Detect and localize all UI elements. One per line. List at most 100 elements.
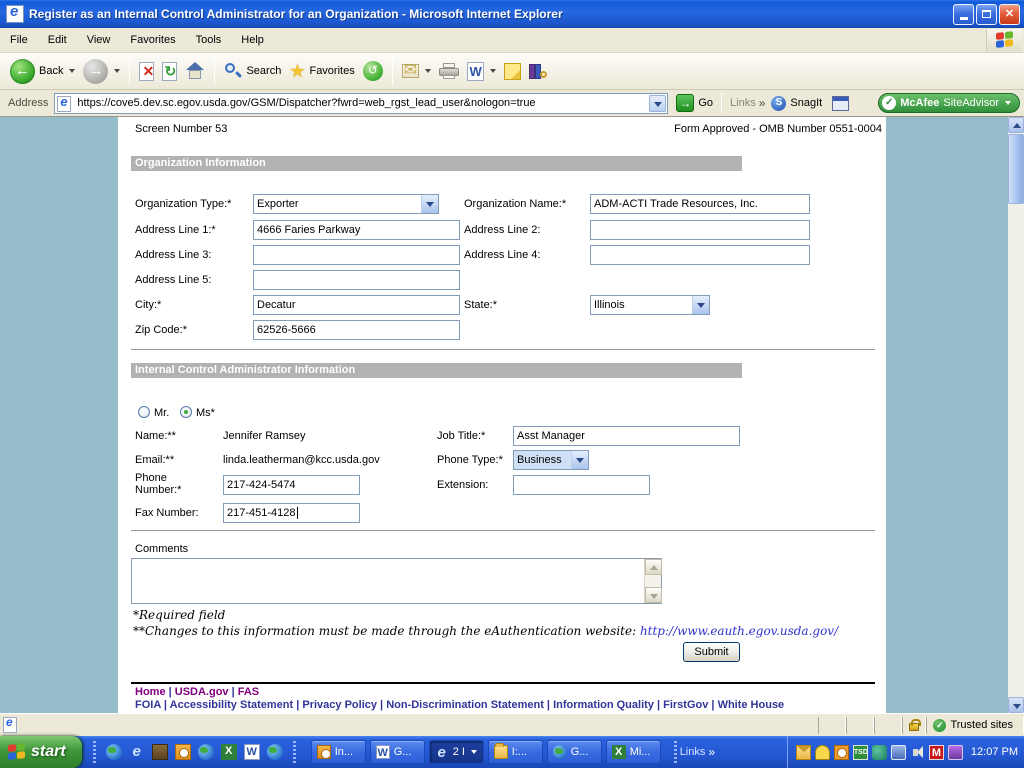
- footer-link-white-house[interactable]: White House: [718, 699, 785, 711]
- zip-input[interactable]: [253, 320, 460, 340]
- menu-view[interactable]: View: [87, 34, 111, 46]
- print-button[interactable]: [435, 61, 463, 81]
- mail-tray-icon[interactable]: [795, 744, 811, 760]
- footer-link-fas[interactable]: FAS: [238, 686, 259, 698]
- clock-tray-icon[interactable]: [833, 744, 849, 760]
- scroll-down-icon[interactable]: [1008, 697, 1024, 713]
- chevron-double-icon[interactable]: »: [759, 96, 766, 110]
- globe-icon[interactable]: [266, 744, 283, 760]
- taskbar-links-toolbar[interactable]: Links »: [671, 741, 721, 763]
- url-dropdown-icon[interactable]: [649, 94, 667, 112]
- footer-link-accessibility-statement[interactable]: Accessibility Statement: [170, 699, 294, 711]
- links-toolbar[interactable]: Links: [730, 97, 756, 109]
- address4-input[interactable]: [590, 245, 810, 265]
- organization-type-select[interactable]: Exporter: [253, 194, 439, 214]
- toolbar-grip[interactable]: [673, 741, 677, 763]
- word-icon[interactable]: W: [243, 744, 260, 760]
- favorites-button[interactable]: ★ Favorites: [285, 59, 358, 84]
- research-button[interactable]: [525, 60, 551, 82]
- footer-link-foia[interactable]: FOIA: [135, 699, 161, 711]
- snagit-editor-icon[interactable]: [832, 95, 850, 111]
- network-tray-icon[interactable]: [947, 744, 963, 760]
- mail-dropdown-icon[interactable]: [425, 69, 432, 73]
- back-button[interactable]: ← Back: [6, 57, 79, 86]
- snagit-button[interactable]: S SnagIt: [771, 95, 822, 111]
- job-title-input[interactable]: [513, 426, 740, 446]
- scrollbar-thumb[interactable]: [1008, 134, 1024, 204]
- address3-input[interactable]: [253, 245, 460, 265]
- history-button[interactable]: ↺: [359, 59, 387, 83]
- scroll-up-icon[interactable]: [1008, 117, 1024, 133]
- stop-button[interactable]: ✕: [135, 60, 158, 83]
- menu-edit[interactable]: Edit: [48, 34, 67, 46]
- task-button-2[interactable]: W G...: [369, 740, 425, 764]
- back-dropdown-icon[interactable]: [69, 69, 76, 73]
- address5-input[interactable]: [253, 270, 460, 290]
- forward-dropdown-icon[interactable]: [114, 69, 121, 73]
- task-button-1[interactable]: In...: [310, 740, 366, 764]
- task-button-ie-group[interactable]: e 2 I: [428, 740, 484, 764]
- green-app-tray-icon[interactable]: [871, 744, 887, 760]
- task-button-6[interactable]: X Mi...: [605, 740, 661, 764]
- close-button[interactable]: ✕: [999, 3, 1020, 25]
- mcafee-tray-icon[interactable]: M: [928, 744, 944, 760]
- menu-favorites[interactable]: Favorites: [130, 34, 175, 46]
- mail-button[interactable]: ✉: [398, 62, 435, 80]
- key-tray-icon[interactable]: [814, 744, 830, 760]
- edit-with-word-button[interactable]: W: [463, 60, 500, 83]
- eauth-link[interactable]: http://www.eauth.egov.usda.gov/: [640, 624, 838, 638]
- start-button[interactable]: start: [0, 736, 82, 768]
- menu-help[interactable]: Help: [241, 34, 264, 46]
- fax-input[interactable]: [223, 503, 360, 523]
- organization-name-input[interactable]: [590, 194, 810, 214]
- url-combobox[interactable]: [54, 92, 669, 114]
- submit-button[interactable]: Submit: [683, 642, 740, 662]
- city-input[interactable]: [253, 295, 460, 315]
- tsd-tray-icon[interactable]: TSD: [852, 744, 868, 760]
- footer-link-usda-gov[interactable]: USDA.gov: [175, 686, 229, 698]
- clock-app-icon[interactable]: [174, 744, 191, 760]
- state-select[interactable]: Illinois: [590, 295, 710, 315]
- salutation-mr-radio[interactable]: [138, 406, 150, 418]
- sticky-note-button[interactable]: [500, 61, 525, 82]
- mcafee-dropdown-icon[interactable]: [1005, 101, 1011, 105]
- url-input[interactable]: [77, 97, 633, 109]
- menu-file[interactable]: File: [10, 34, 28, 46]
- footer-link-privacy-policy[interactable]: Privacy Policy: [302, 699, 377, 711]
- word-dropdown-icon[interactable]: [490, 69, 497, 73]
- address2-input[interactable]: [590, 220, 810, 240]
- task-button-4[interactable]: I:...: [487, 740, 543, 764]
- footer-link-home[interactable]: Home: [135, 686, 166, 698]
- minimize-button[interactable]: [953, 3, 974, 25]
- ie-icon[interactable]: e: [129, 744, 145, 760]
- group-dropdown-icon[interactable]: [470, 750, 477, 754]
- phone-type-select[interactable]: Business: [513, 450, 589, 470]
- volume-tray-icon[interactable]: [910, 745, 925, 760]
- comments-textarea[interactable]: [132, 559, 644, 603]
- toolbar-grip[interactable]: [292, 741, 296, 763]
- extension-input[interactable]: [513, 475, 650, 495]
- scroll-down-icon[interactable]: [645, 587, 662, 603]
- display-tray-icon[interactable]: [890, 744, 906, 760]
- forward-button[interactable]: →: [79, 57, 124, 86]
- footer-link-firstgov[interactable]: FirstGov: [663, 699, 708, 711]
- toolbar-grip[interactable]: [92, 741, 96, 763]
- scroll-up-icon[interactable]: [645, 559, 662, 575]
- refresh-button[interactable]: ↻: [158, 60, 181, 83]
- menu-tools[interactable]: Tools: [196, 34, 222, 46]
- footer-link-information-quality[interactable]: Information Quality: [553, 699, 654, 711]
- vertical-scrollbar[interactable]: [1008, 117, 1024, 713]
- footer-link-non-discrimination-statement[interactable]: Non-Discrimination Statement: [386, 699, 544, 711]
- home-button[interactable]: [181, 60, 209, 82]
- restore-button[interactable]: [976, 3, 997, 25]
- phone-number-input[interactable]: [223, 475, 360, 495]
- excel-icon[interactable]: X: [220, 744, 237, 760]
- go-button[interactable]: → Go: [676, 94, 713, 112]
- task-button-5[interactable]: G...: [546, 740, 602, 764]
- mcafee-siteadvisor-button[interactable]: ✓ McAfee SiteAdvisor: [878, 93, 1020, 113]
- globe-icon[interactable]: [105, 744, 122, 760]
- book-icon[interactable]: [151, 744, 168, 760]
- globe-icon[interactable]: [197, 744, 214, 760]
- search-button[interactable]: Search: [220, 60, 285, 82]
- address1-input[interactable]: [253, 220, 460, 240]
